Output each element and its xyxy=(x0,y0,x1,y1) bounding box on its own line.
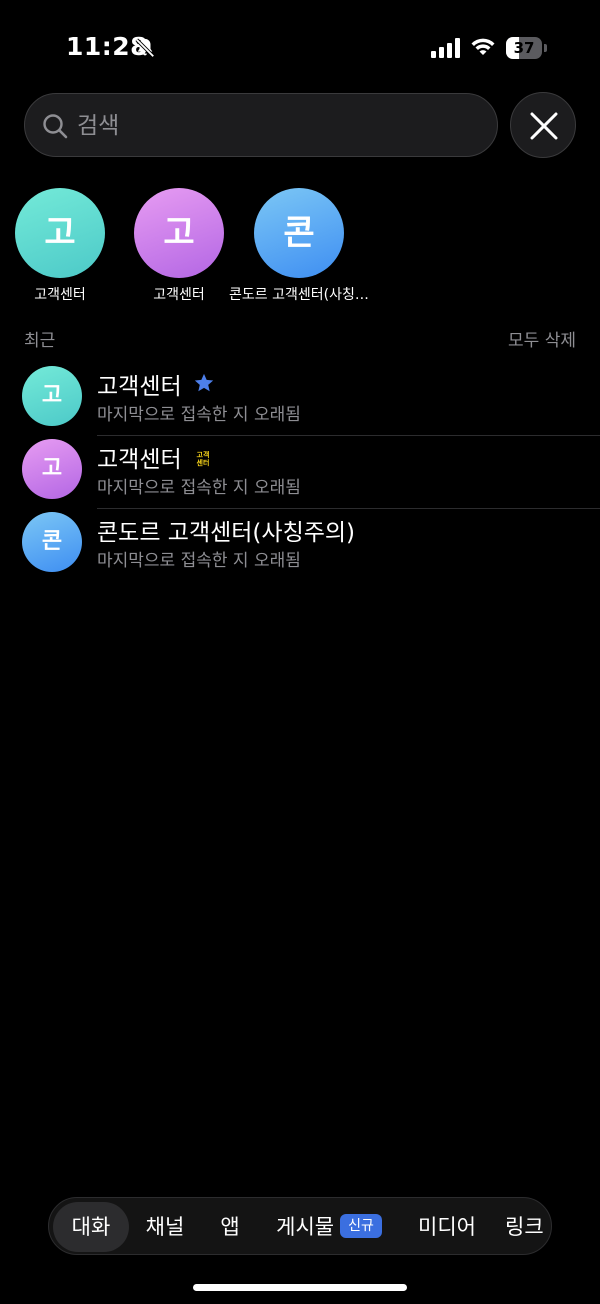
item-title: 고객센터 xyxy=(97,447,182,473)
clear-all-button[interactable]: 모두 삭제 xyxy=(508,326,576,351)
wifi-icon xyxy=(471,38,495,55)
status-bar: 11:28 37 xyxy=(0,0,600,96)
item-subtitle: 마지막으로 접속한 지 오래됨 xyxy=(97,551,301,571)
avatar: 콘 xyxy=(22,512,82,572)
home-indicator xyxy=(193,1284,407,1291)
item-title: 고객센터 xyxy=(97,374,182,400)
item-subtitle: 마지막으로 접속한 지 오래됨 xyxy=(97,478,301,498)
star-icon xyxy=(194,373,214,392)
battery-icon: 37 xyxy=(506,37,548,59)
tab-chats[interactable]: 대화 xyxy=(53,1202,129,1252)
avatar: 고 xyxy=(15,188,105,278)
item-subtitle: 마지막으로 접속한 지 오래됨 xyxy=(97,405,301,425)
signal-icon xyxy=(431,38,460,58)
tab-media[interactable]: 미디어 xyxy=(411,1202,483,1252)
avatar: 고 xyxy=(22,366,82,426)
cs-badge-icon: 고객 센터 xyxy=(196,451,210,467)
close-icon xyxy=(530,112,558,140)
avatar: 고 xyxy=(134,188,224,278)
tab-links[interactable]: 링크 xyxy=(505,1202,551,1252)
battery-level: 37 xyxy=(513,39,535,57)
chip-label: 고객센터 xyxy=(153,287,205,303)
item-title: 콘도르 고객센터(사칭주의) xyxy=(97,520,356,546)
tab-apps[interactable]: 앱 xyxy=(211,1202,249,1252)
tab-channels[interactable]: 채널 xyxy=(137,1202,193,1252)
list-item[interactable]: 고 고객센터 마지막으로 접속한 지 오래됨 xyxy=(0,364,600,437)
section-title-recent: 최근 xyxy=(24,331,56,351)
new-badge: 신규 xyxy=(340,1214,382,1238)
search-icon xyxy=(43,114,68,139)
recent-chip[interactable]: 고 고객센터 xyxy=(109,188,249,308)
avatar: 고 xyxy=(22,439,82,499)
search-bar[interactable] xyxy=(24,93,498,158)
tab-posts-label: 게시물 xyxy=(276,1215,335,1239)
list-item[interactable]: 콘 콘도르 고객센터(사칭주의) 마지막으로 접속한 지 오래됨 xyxy=(0,510,600,583)
chip-label: 콘도르 고객센터(사칭주의) xyxy=(229,287,369,303)
search-input[interactable] xyxy=(75,94,479,158)
recent-chip[interactable]: 콘 콘도르 고객센터(사칭주의) xyxy=(229,188,369,308)
bell-off-icon xyxy=(135,38,155,58)
divider xyxy=(97,435,600,436)
search-category-tabs: 대화 채널 앱 게시물 신규 미디어 링크 xyxy=(48,1197,552,1255)
list-item[interactable]: 고 고객센터 고객 센터 마지막으로 접속한 지 오래됨 xyxy=(0,437,600,510)
close-button[interactable] xyxy=(510,92,576,158)
avatar: 콘 xyxy=(254,188,344,278)
divider xyxy=(97,508,600,509)
tab-posts[interactable]: 게시물 신규 xyxy=(269,1202,389,1252)
